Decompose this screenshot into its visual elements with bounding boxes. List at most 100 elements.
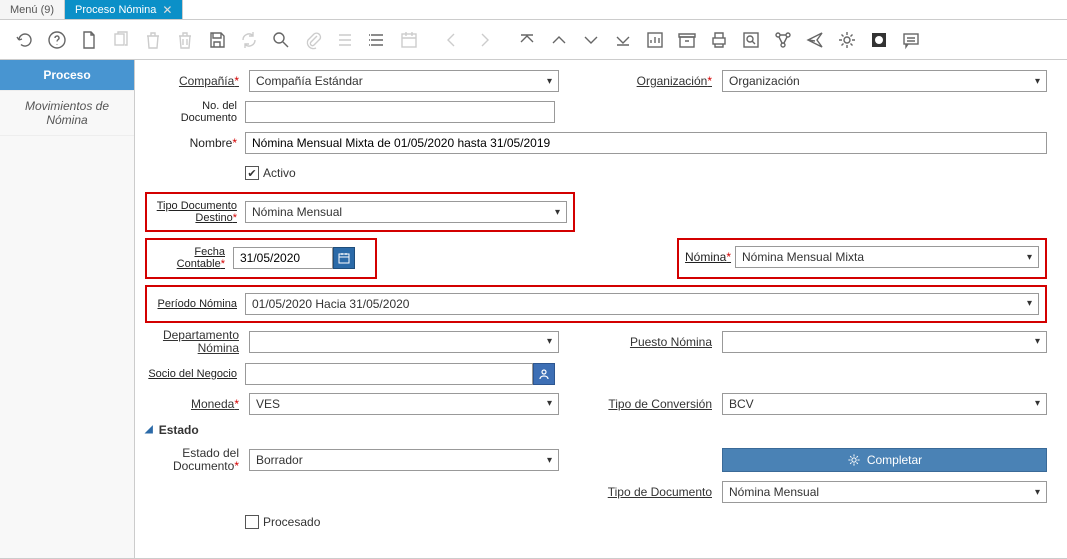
tipo-documento-value: Nómina Mensual [729, 485, 819, 499]
grid-icon[interactable] [366, 29, 388, 51]
highlight-fecha-contable: Fecha Contable* [145, 238, 377, 278]
section-estado[interactable]: ◢ Estado [145, 423, 1047, 437]
label-nombre: Nombre* [145, 136, 245, 150]
tipo-conversion-select[interactable]: BCV ▾ [722, 393, 1047, 415]
label-organizacion: Organización* [578, 74, 718, 88]
send-icon[interactable] [804, 29, 826, 51]
highlight-periodo-nomina: Período Nómina 01/05/2020 Hacia 31/05/20… [145, 285, 1047, 323]
attach-icon[interactable] [302, 29, 324, 51]
main-layout: Proceso Movimientos de Nómina Compañía* … [0, 60, 1067, 559]
caret-down-icon: ▾ [555, 207, 560, 218]
socio-lookup-button[interactable] [533, 363, 555, 385]
estado-documento-value: Borrador [256, 453, 303, 467]
collapse-icon: ◢ [145, 424, 153, 435]
periodo-nomina-select[interactable]: 01/05/2020 Hacia 31/05/2020 ▾ [245, 293, 1039, 315]
label-nomina: Nómina* [685, 250, 735, 264]
zoom-icon[interactable] [740, 29, 762, 51]
compania-select[interactable]: Compañía Estándar ▾ [249, 70, 559, 92]
caret-down-icon: ▾ [1035, 336, 1040, 347]
label-estado-documento: Estado del Documento* [145, 447, 245, 473]
workflow-icon[interactable] [772, 29, 794, 51]
down-icon[interactable] [580, 29, 602, 51]
socio-negocio-input[interactable] [245, 363, 533, 385]
organizacion-value: Organización [729, 74, 800, 88]
checkbox-unchecked-icon [245, 515, 259, 529]
sidebar-item-label: Proceso [43, 68, 90, 82]
organizacion-select[interactable]: Organización ▾ [722, 70, 1047, 92]
sidebar-item-label: Movimientos de Nómina [25, 99, 109, 127]
report-icon[interactable] [644, 29, 666, 51]
caret-down-icon: ▾ [1035, 76, 1040, 87]
sidebar: Proceso Movimientos de Nómina [0, 60, 135, 558]
moneda-select[interactable]: VES ▾ [249, 393, 559, 415]
prev-icon[interactable] [441, 29, 463, 51]
compania-value: Compañía Estándar [256, 74, 363, 88]
tipo-doc-destino-value: Nómina Mensual [252, 205, 342, 219]
help-icon[interactable] [46, 29, 68, 51]
undo-icon[interactable] [14, 29, 36, 51]
copy-icon[interactable] [110, 29, 132, 51]
label-compania: Compañía* [145, 74, 245, 88]
chat-icon[interactable] [900, 29, 922, 51]
save-icon[interactable] [206, 29, 228, 51]
caret-down-icon: ▾ [1035, 398, 1040, 409]
label-moneda: Moneda* [145, 397, 245, 411]
tab-proceso-label: Proceso Nómina [75, 4, 156, 16]
procesado-label: Procesado [263, 515, 320, 529]
tab-menu-label: Menú (9) [10, 4, 54, 16]
label-departamento: DepartamentoNómina [145, 329, 245, 355]
fecha-contable-input[interactable] [233, 247, 333, 269]
last-icon[interactable] [612, 29, 634, 51]
nomina-select[interactable]: Nómina Mensual Mixta ▾ [735, 246, 1039, 268]
moneda-value: VES [256, 397, 280, 411]
tipo-conversion-value: BCV [729, 397, 754, 411]
puesto-nomina-select[interactable]: ▾ [722, 331, 1047, 353]
info-icon[interactable] [868, 29, 890, 51]
new-icon[interactable] [78, 29, 100, 51]
date-picker-button[interactable] [333, 247, 355, 269]
sidebar-item-movimientos[interactable]: Movimientos de Nómina [0, 91, 134, 136]
nombre-input[interactable] [245, 132, 1047, 154]
search-icon[interactable] [270, 29, 292, 51]
nomina-value: Nómina Mensual Mixta [742, 250, 864, 264]
archive-icon[interactable] [676, 29, 698, 51]
label-tipo-doc-destino: Tipo Documento Destino* [153, 200, 245, 224]
divider [430, 29, 431, 51]
toolbar [0, 20, 1067, 60]
section-estado-label: Estado [159, 423, 199, 437]
caret-down-icon: ▾ [547, 398, 552, 409]
label-periodo-nomina: Período Nómina [153, 298, 245, 310]
first-icon[interactable] [516, 29, 538, 51]
list-icon[interactable] [334, 29, 356, 51]
activo-checkbox[interactable]: ✔ Activo [245, 166, 296, 180]
next-icon[interactable] [473, 29, 495, 51]
label-tipo-documento: Tipo de Documento [578, 485, 718, 499]
procesado-checkbox[interactable]: Procesado [245, 515, 320, 529]
highlight-nomina: Nómina* Nómina Mensual Mixta ▾ [677, 238, 1047, 278]
delete-icon[interactable] [142, 29, 164, 51]
label-fecha-contable: Fecha Contable* [153, 246, 233, 270]
delete2-icon[interactable] [174, 29, 196, 51]
caret-down-icon: ▾ [547, 455, 552, 466]
periodo-nomina-value: 01/05/2020 Hacia 31/05/2020 [252, 297, 409, 311]
caret-down-icon: ▾ [547, 336, 552, 347]
tab-proceso-nomina[interactable]: Proceso Nómina ✕ [65, 0, 183, 19]
tab-menu[interactable]: Menú (9) [0, 0, 65, 19]
calendar-icon[interactable] [398, 29, 420, 51]
caret-down-icon: ▾ [547, 76, 552, 87]
tipo-documento-select[interactable]: Nómina Mensual ▾ [722, 481, 1047, 503]
close-icon[interactable]: ✕ [162, 3, 172, 17]
caret-down-icon: ▾ [1027, 252, 1032, 263]
completar-label: Completar [867, 453, 922, 467]
gear-icon[interactable] [836, 29, 858, 51]
up-icon[interactable] [548, 29, 570, 51]
estado-documento-select[interactable]: Borrador ▾ [249, 449, 559, 471]
tipo-doc-destino-select[interactable]: Nómina Mensual ▾ [245, 201, 567, 223]
departamento-select[interactable]: ▾ [249, 331, 559, 353]
sidebar-item-proceso[interactable]: Proceso [0, 60, 134, 91]
no-documento-input[interactable] [245, 101, 555, 123]
caret-down-icon: ▾ [1035, 487, 1040, 498]
print-icon[interactable] [708, 29, 730, 51]
refresh-icon[interactable] [238, 29, 260, 51]
completar-button[interactable]: Completar [722, 448, 1047, 472]
